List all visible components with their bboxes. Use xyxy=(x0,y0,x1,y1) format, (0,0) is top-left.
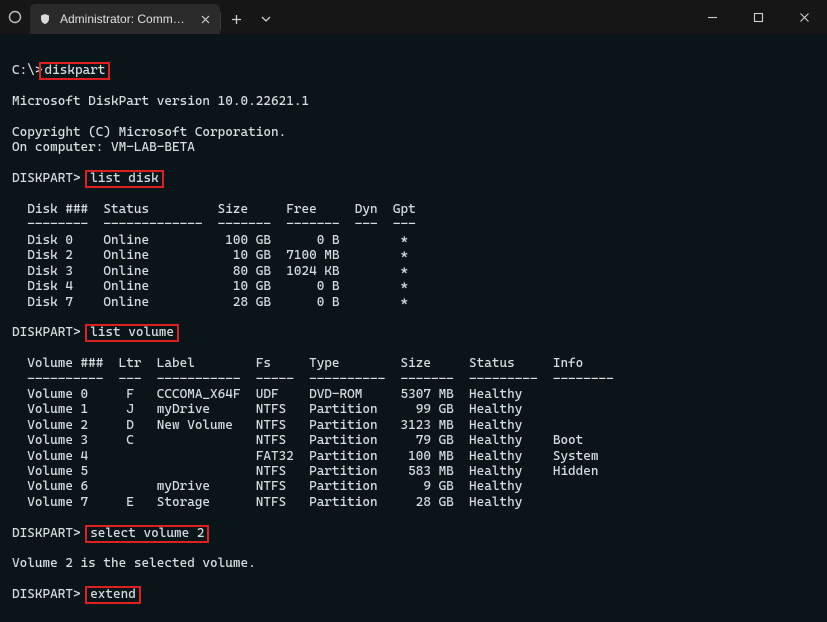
cmd-extend: extend xyxy=(85,586,141,604)
table-row: Volume 3 C NTFS Partition 79 GB Healthy … xyxy=(12,433,583,448)
cmd-list-disk: list disk xyxy=(85,170,164,188)
diskpart-prompt: DISKPART> xyxy=(12,325,81,340)
titlebar: Administrator: Command Pro xyxy=(0,0,827,34)
table-row: Disk 0 Online 100 GB 0 B * xyxy=(12,233,408,248)
table-row: Volume 5 NTFS Partition 583 MB Healthy H… xyxy=(12,464,599,479)
close-window-button[interactable] xyxy=(781,0,827,34)
table-row: Disk 3 Online 80 GB 1024 KB * xyxy=(12,264,408,279)
diskpart-prompt: DISKPART> xyxy=(12,587,81,602)
table-row: Disk 2 Online 10 GB 7100 MB * xyxy=(12,248,408,263)
tab-label: Administrator: Command Pro xyxy=(60,12,190,26)
volume-table-header: Volume ### Ltr Label Fs Type Size Status… xyxy=(12,356,583,371)
selected-line: Volume 2 is the selected volume. xyxy=(12,556,256,571)
cmd-diskpart: diskpart xyxy=(39,62,110,80)
table-row: Volume 0 F CCCOMA_X64F UDF DVD-ROM 5307 … xyxy=(12,387,522,402)
tab-dropdown-button[interactable] xyxy=(251,4,281,34)
table-row: Volume 2 D New Volume NTFS Partition 312… xyxy=(12,418,522,433)
app-menu-icon[interactable] xyxy=(0,10,30,24)
table-row: Disk 7 Online 28 GB 0 B * xyxy=(12,295,408,310)
table-row: Volume 4 FAT32 Partition 100 MB Healthy … xyxy=(12,449,599,464)
prompt-path: C:\> xyxy=(12,63,42,78)
cmd-list-volume: list volume xyxy=(85,324,179,342)
tab-active[interactable]: Administrator: Command Pro xyxy=(30,4,220,34)
minimize-button[interactable] xyxy=(689,0,735,34)
disk-table-sep: -------- ------------- ------- ------- -… xyxy=(12,217,416,232)
close-tab-icon[interactable] xyxy=(198,12,212,26)
table-row: Volume 1 J myDrive NTFS Partition 99 GB … xyxy=(12,402,522,417)
window-controls xyxy=(689,0,827,34)
diskpart-prompt: DISKPART> xyxy=(12,171,81,186)
shield-icon xyxy=(38,12,52,26)
volume-table-sep: ---------- --- ----------- ----- -------… xyxy=(12,372,614,387)
table-row: Volume 7 E Storage NTFS Partition 28 GB … xyxy=(12,495,522,510)
maximize-button[interactable] xyxy=(735,0,781,34)
cmd-select-volume: select volume 2 xyxy=(85,525,209,543)
computer-line: On computer: VM-LAB-BETA xyxy=(12,140,195,155)
copyright-line: Copyright (C) Microsoft Corporation. xyxy=(12,125,286,140)
table-row: Disk 4 Online 10 GB 0 B * xyxy=(12,279,408,294)
version-line: Microsoft DiskPart version 10.0.22621.1 xyxy=(12,94,309,109)
terminal-output[interactable]: C:\>diskpart Microsoft DiskPart version … xyxy=(0,34,827,615)
diskpart-prompt: DISKPART> xyxy=(12,526,81,541)
table-row: Volume 6 myDrive NTFS Partition 9 GB Hea… xyxy=(12,479,522,494)
new-tab-button[interactable] xyxy=(221,4,251,34)
disk-table-header: Disk ### Status Size Free Dyn Gpt xyxy=(12,202,416,217)
